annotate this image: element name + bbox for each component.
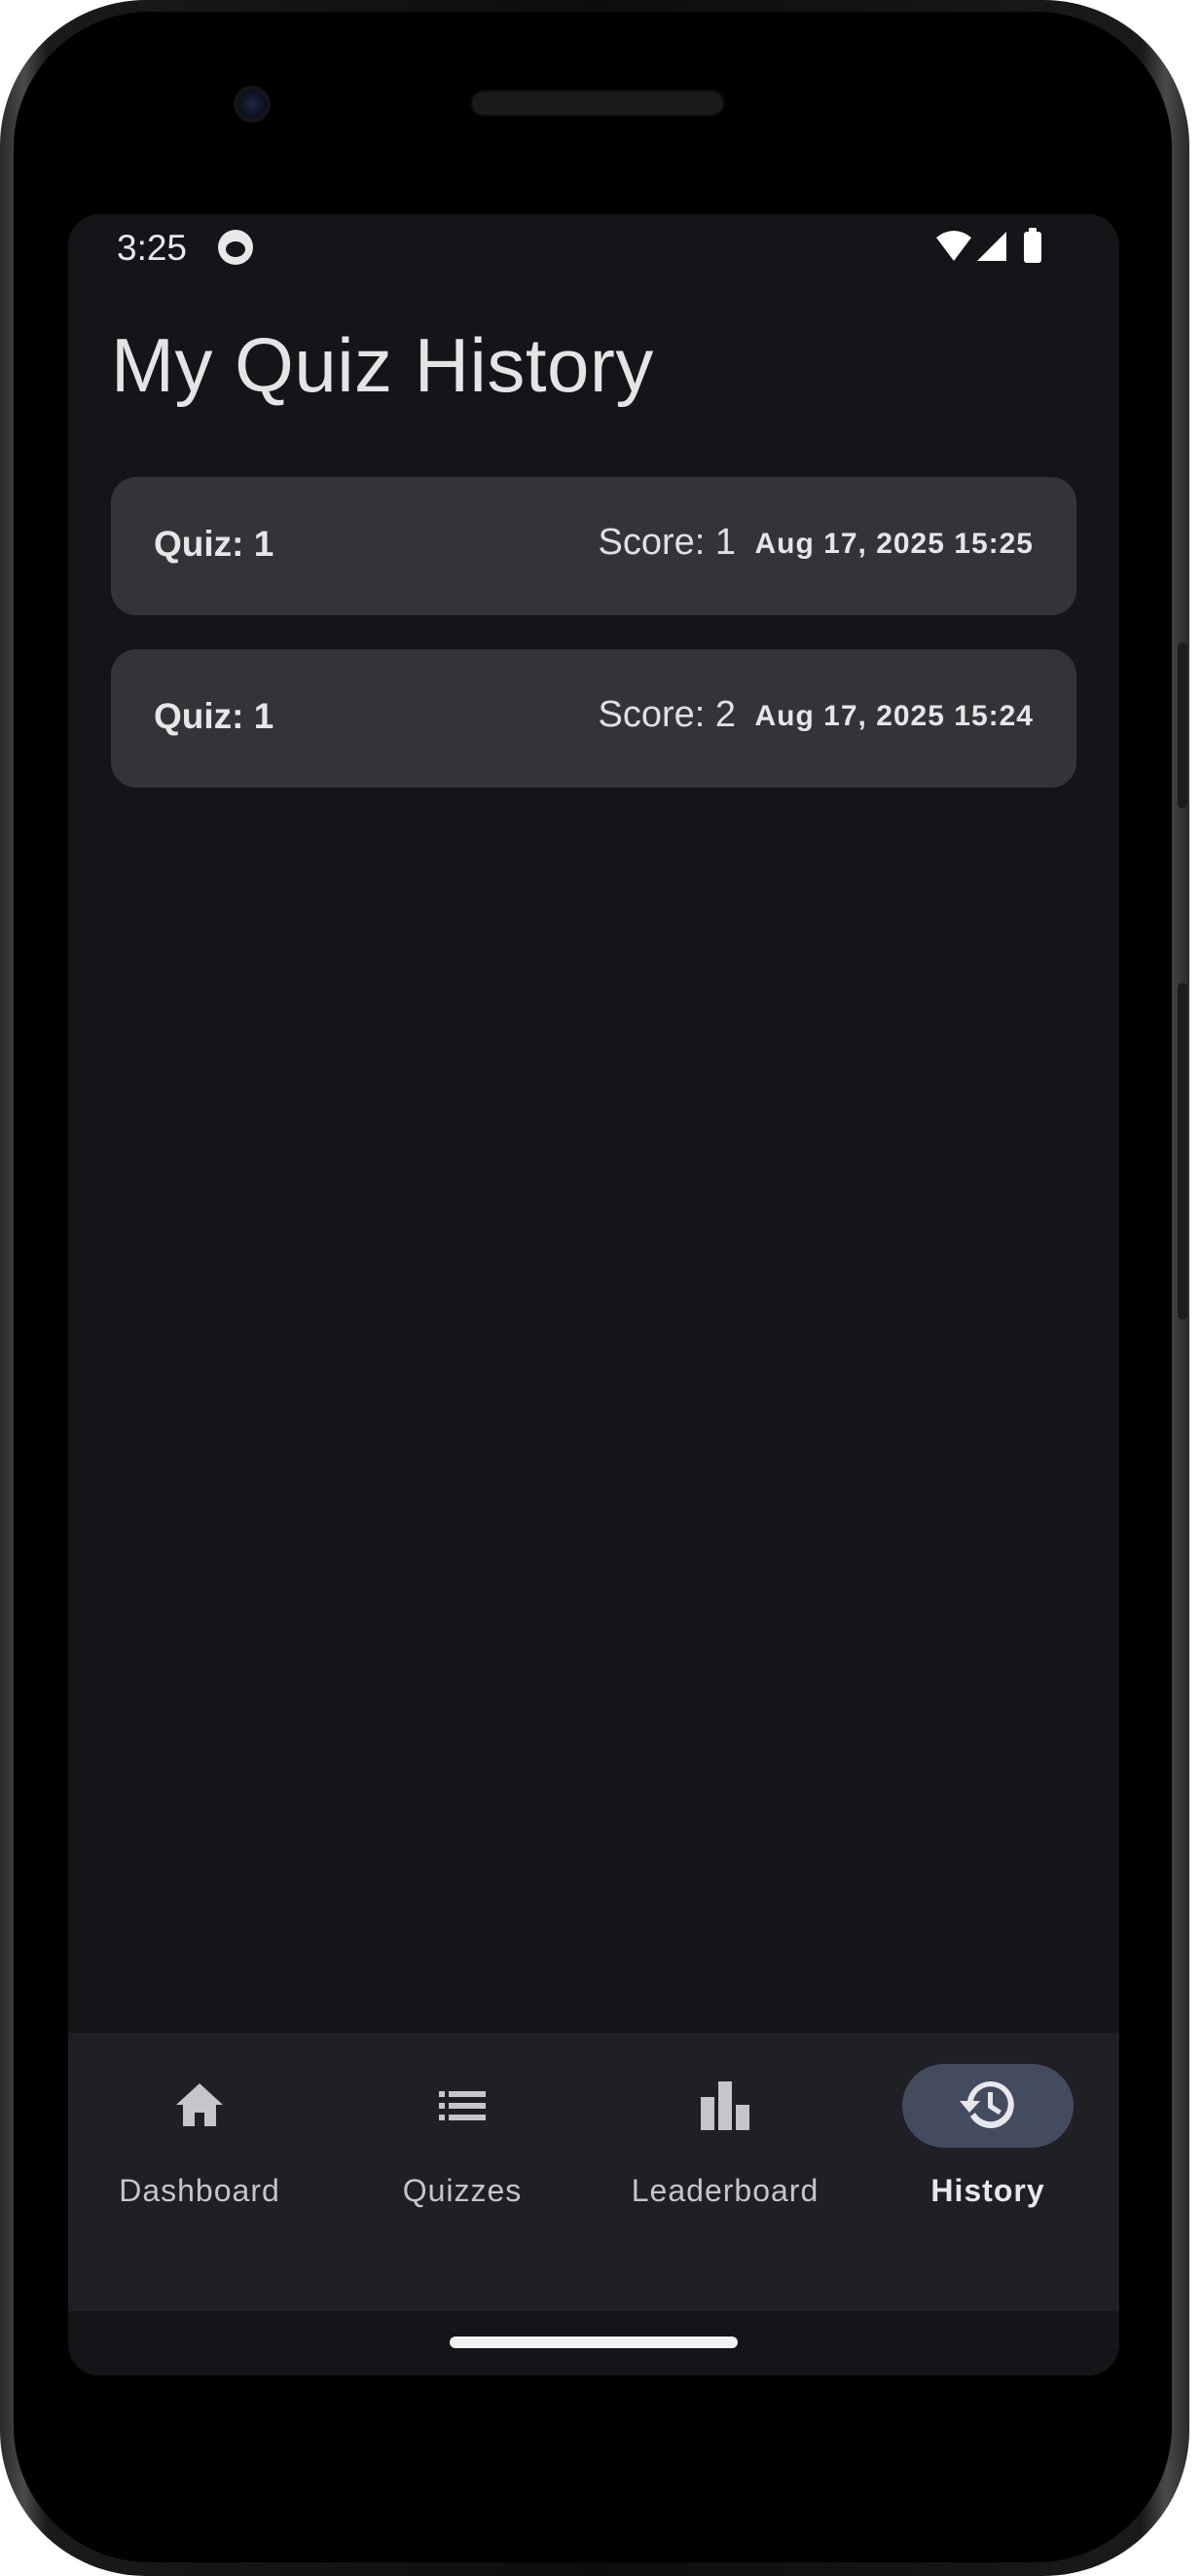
nav-label: Leaderboard bbox=[631, 2173, 820, 2208]
history-icon bbox=[960, 2080, 1014, 2128]
nav-item-dashboard[interactable]: Dashboard bbox=[68, 2033, 331, 2227]
history-quiz-label: Quiz: 1 bbox=[154, 696, 274, 736]
phone-frame: 3:25 My Quiz History Quiz: 1 Score: 1 Au… bbox=[0, 0, 1189, 2576]
history-score: Score: 2 bbox=[598, 694, 736, 735]
front-camera bbox=[234, 86, 271, 123]
status-icons bbox=[936, 228, 1041, 263]
earpiece-speaker bbox=[470, 90, 725, 117]
history-row[interactable]: Quiz: 1 Score: 1 Aug 17, 2025 15:25 bbox=[111, 477, 1076, 615]
status-bar: 3:25 bbox=[68, 214, 1119, 282]
power-button bbox=[1178, 643, 1187, 808]
nav-label: History bbox=[930, 2173, 1045, 2208]
history-date: Aug 17, 2025 15:25 bbox=[754, 528, 1034, 560]
nav-label: Dashboard bbox=[119, 2173, 280, 2208]
history-row[interactable]: Quiz: 1 Score: 2 Aug 17, 2025 15:24 bbox=[111, 649, 1076, 788]
battery-icon bbox=[1024, 232, 1041, 263]
page-title: My Quiz History bbox=[111, 322, 654, 408]
bar-chart-icon bbox=[701, 2081, 749, 2130]
status-time: 3:25 bbox=[117, 228, 188, 268]
list-icon bbox=[439, 2091, 486, 2120]
nav-label: Quizzes bbox=[402, 2173, 523, 2208]
volume-button bbox=[1178, 983, 1187, 1319]
nav-item-quizzes[interactable]: Quizzes bbox=[331, 2033, 594, 2227]
nav-item-leaderboard[interactable]: Leaderboard bbox=[594, 2033, 856, 2227]
home-gesture-bar[interactable] bbox=[450, 2337, 738, 2348]
history-date: Aug 17, 2025 15:24 bbox=[754, 700, 1034, 732]
notification-cat-icon bbox=[218, 230, 253, 265]
home-icon bbox=[176, 2083, 223, 2126]
history-score: Score: 1 bbox=[598, 522, 736, 563]
nav-item-history[interactable]: History bbox=[856, 2033, 1119, 2227]
history-quiz-label: Quiz: 1 bbox=[154, 524, 274, 564]
bottom-navigation: Dashboard Quizzes Leaderboard History bbox=[68, 2033, 1119, 2311]
gesture-area bbox=[68, 2311, 1119, 2375]
app-screen: 3:25 My Quiz History Quiz: 1 Score: 1 Au… bbox=[68, 214, 1119, 2375]
wifi-icon bbox=[936, 231, 971, 261]
